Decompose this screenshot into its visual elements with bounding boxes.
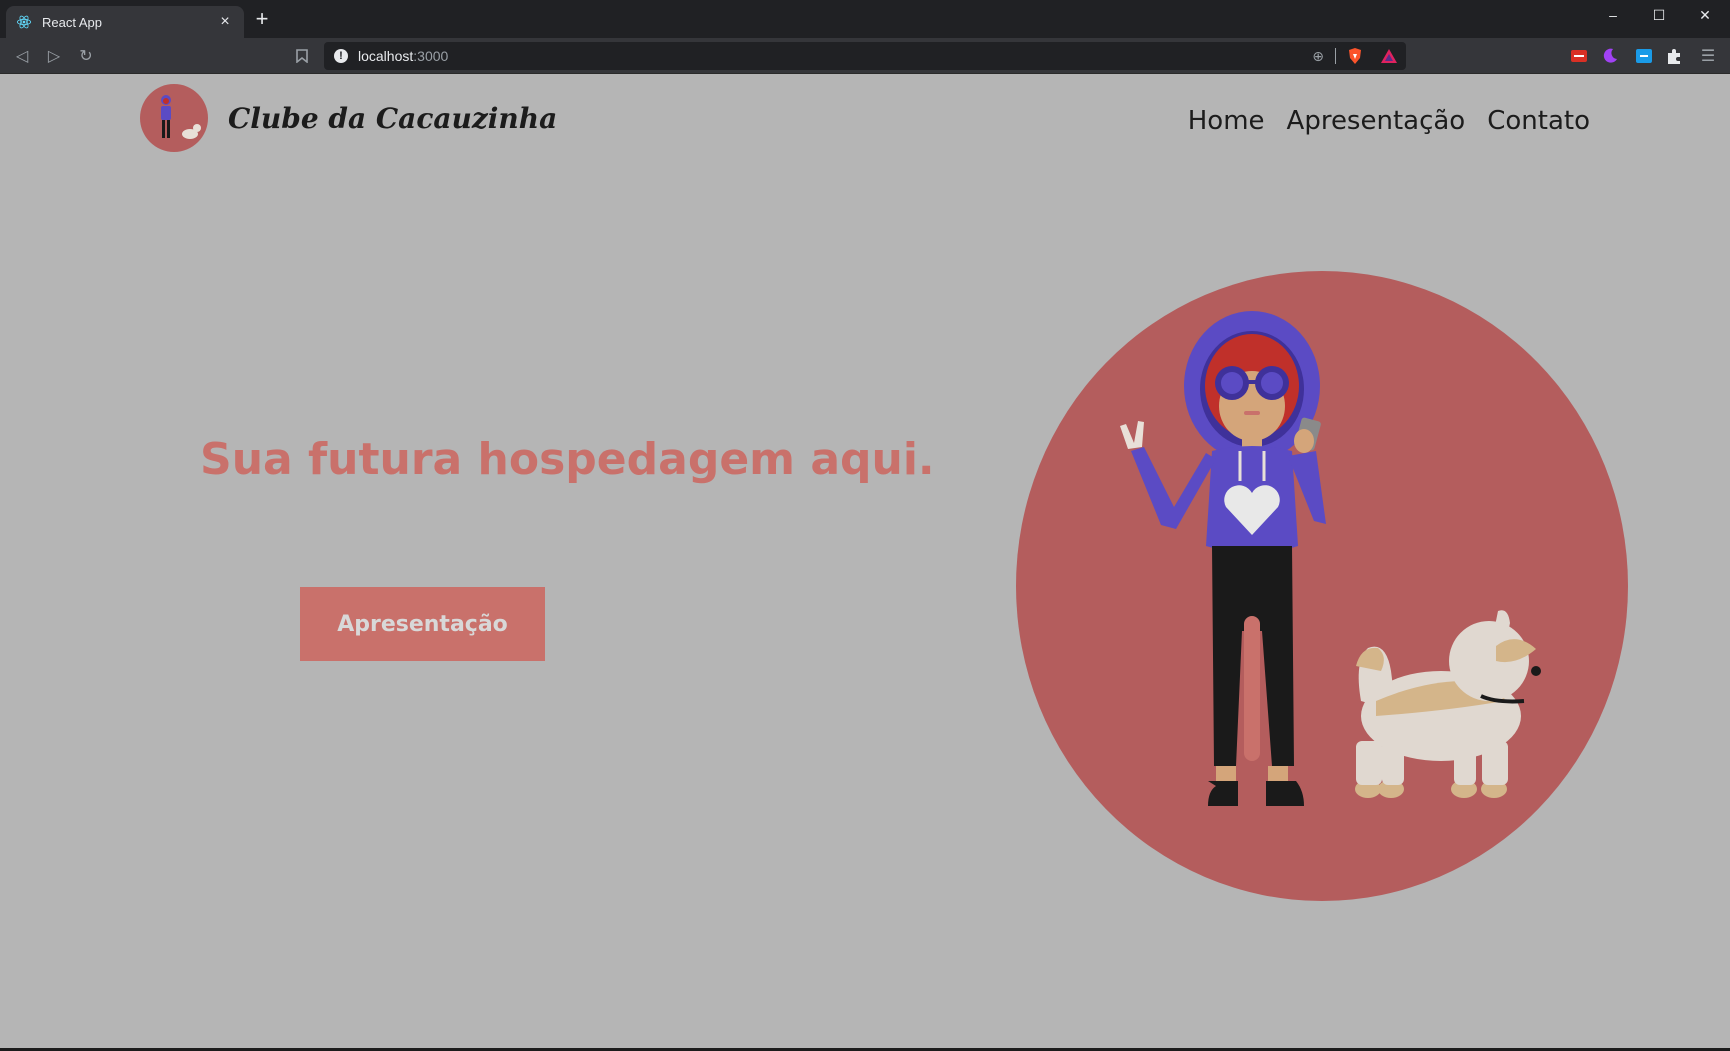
browser-tab[interactable]: React App × xyxy=(6,6,244,38)
close-window-button[interactable]: ✕ xyxy=(1682,0,1728,30)
browser-menu-icon[interactable]: ☰ xyxy=(1696,44,1720,68)
nav-apresentacao[interactable]: Apresentação xyxy=(1287,106,1466,136)
extensions-puzzle-icon[interactable] xyxy=(1665,47,1683,65)
address-bar[interactable]: ! localhost :3000 ⊕ xyxy=(324,42,1406,70)
reload-icon[interactable]: ↻ xyxy=(74,44,98,68)
url-host: localhost xyxy=(358,48,414,64)
browser-toolbar: ◁ ▷ ↻ ! localhost :3000 ⊕ ☰ xyxy=(0,38,1730,74)
bookmark-icon[interactable] xyxy=(290,44,314,68)
zoom-icon[interactable]: ⊕ xyxy=(1312,48,1324,65)
url-port: :3000 xyxy=(413,48,449,64)
browser-tab-strip: React App × + – ☐ ✕ xyxy=(0,0,1730,38)
extension-red-icon[interactable] xyxy=(1570,47,1588,65)
nav-contato[interactable]: Contato xyxy=(1487,106,1590,136)
site-info-icon[interactable]: ! xyxy=(334,49,348,63)
app-page: Clube da Cacauzinha Home Apresentação Co… xyxy=(0,74,1730,1051)
logo-avatar xyxy=(140,84,208,152)
site-logo[interactable]: Clube da Cacauzinha xyxy=(140,84,557,152)
maximize-button[interactable]: ☐ xyxy=(1636,0,1682,30)
back-icon[interactable]: ◁ xyxy=(10,44,34,68)
apresentacao-button[interactable]: Apresentação xyxy=(300,587,545,661)
nav-home[interactable]: Home xyxy=(1188,106,1265,136)
omnibox-divider xyxy=(1335,48,1336,64)
extension-blue-icon[interactable] xyxy=(1635,47,1653,65)
hero-headline: Sua futura hospedagem aqui. xyxy=(200,434,935,485)
tab-title: React App xyxy=(42,14,102,30)
dark-mode-moon-icon[interactable] xyxy=(1601,47,1619,65)
brave-shields-icon[interactable] xyxy=(1346,47,1364,65)
site-nav: Home Apresentação Contato xyxy=(1188,106,1590,136)
hero-illustration xyxy=(1016,271,1628,901)
brave-rewards-icon[interactable] xyxy=(1380,48,1398,64)
tab-close-icon[interactable]: × xyxy=(216,13,234,31)
react-logo-icon xyxy=(16,15,32,29)
new-tab-button[interactable]: + xyxy=(252,8,272,30)
minimize-button[interactable]: – xyxy=(1590,0,1636,30)
site-brand[interactable]: Clube da Cacauzinha xyxy=(228,102,557,135)
forward-icon[interactable]: ▷ xyxy=(42,44,66,68)
